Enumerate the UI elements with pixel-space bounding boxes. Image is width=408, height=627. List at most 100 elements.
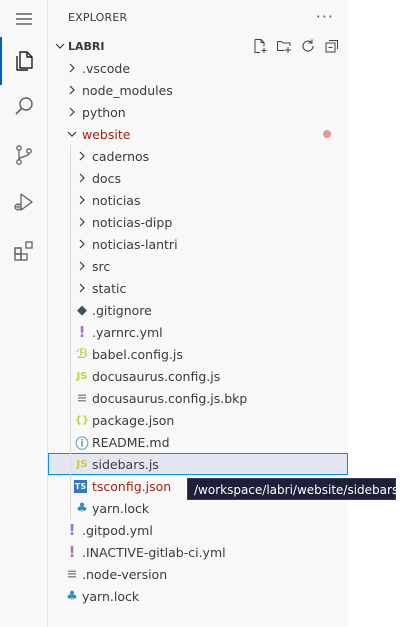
js-icon: JS [76,370,88,382]
tree-item-label: cadernos [92,149,150,164]
yaml-icon: ! [68,521,76,539]
ts-icon: TS [74,480,87,493]
new-file-icon[interactable] [250,37,270,55]
new-folder-icon[interactable] [274,37,294,55]
tree-item-label: yarn.lock [92,501,150,516]
tree-item-label: noticias [92,193,141,208]
tree-item-label: website [82,127,131,142]
explorer-header: EXPLORER ··· [48,0,348,35]
tree-item-label: static [92,281,127,296]
tree-item-label: noticias-lantri [92,237,178,252]
tree-folder[interactable]: noticias [48,189,348,211]
tree-item-label: src [92,259,111,274]
indent-guide [70,189,71,211]
tree-file[interactable]: JS docusaurus.config.js [48,365,348,387]
run-debug-icon[interactable] [0,178,48,226]
chevron-right-icon [79,239,85,249]
search-icon[interactable] [0,82,48,130]
yarn-icon: ♣ [66,588,78,604]
indent-guide [70,321,71,343]
text-icon: ≡ [66,566,78,582]
file-tree: .vscode node_modulespython website cadernos… [48,57,348,607]
indent-guide [70,409,71,431]
menu-icon[interactable] [0,0,48,38]
indent-guide [70,233,71,255]
indent-guide [70,211,71,233]
tree-file[interactable]: ℬbabel.config.js [48,343,348,365]
chevron-down-icon [67,131,77,137]
yaml-icon: ! [78,323,86,341]
tree-item-label: .yarnrc.yml [92,325,163,340]
editor-area [348,0,408,627]
modified-indicator [323,130,331,138]
files-icon[interactable] [0,37,48,85]
workspace-title: LABRI [68,40,105,53]
tree-item-label: babel.config.js [92,347,183,362]
tree-file[interactable]: ♣ yarn.lock [48,585,348,607]
tree-item-label: package.json [92,413,175,428]
text-icon: ≡ [76,390,88,406]
tree-item-label: python [82,105,126,120]
babel-icon: ℬ [75,346,89,362]
tree-file[interactable]: ⓘ README.md [48,431,348,453]
extensions-icon[interactable] [0,226,48,274]
indent-guide [70,167,71,189]
chevron-right-icon [69,63,75,73]
tree-folder[interactable]: noticias-lantri [48,233,348,255]
tree-file[interactable]: ≡ .node-version [48,563,348,585]
js-icon: JS [76,458,88,470]
collapse-all-icon[interactable] [322,37,342,55]
tree-file[interactable]: ! .gitpod.yml [48,519,348,541]
tree-folder[interactable]: docs [48,167,348,189]
source-control-icon[interactable] [0,131,48,179]
yarn-icon: ♣ [76,500,88,516]
tree-item-label: .gitpod.yml [82,523,153,538]
tree-folder[interactable]: src [48,255,348,277]
tree-folder[interactable]: .vscode [48,57,348,79]
chevron-right-icon [79,217,85,227]
chevron-right-icon [79,151,85,161]
tree-folder[interactable]: website [48,123,348,145]
indent-guide [70,387,71,409]
section-actions [250,37,342,55]
chevron-right-icon [79,261,85,271]
tree-item-label: .node-version [82,567,168,582]
tree-item-label: docusaurus.config.js.bkp [92,391,248,406]
chevron-right-icon [69,107,75,117]
tree-file[interactable]: ! .yarnrc.yml [48,321,348,343]
explorer-sidebar: EXPLORER ··· LABRI .vscode node_modulespy… [48,0,348,627]
tree-folder[interactable]: cadernos [48,145,348,167]
explorer-title: EXPLORER [68,11,128,24]
chevron-right-icon [69,85,75,95]
indent-guide [70,475,71,497]
chevron-right-icon [79,283,85,293]
tree-item-label: .vscode [82,61,131,76]
tree-folder[interactable]: python [48,101,348,123]
tree-folder[interactable]: node_modules [48,79,348,101]
tree-folder[interactable]: noticias-dipp [48,211,348,233]
tree-file[interactable]: ♣ yarn.lock [48,497,348,519]
more-actions-button[interactable]: ··· [316,7,334,26]
git-icon: ◆ [77,302,87,318]
tree-folder[interactable]: static [48,277,348,299]
indent-guide [70,255,71,277]
indent-guide [70,277,71,299]
tree-item-label: node_modules [82,83,173,98]
tree-file[interactable]: ◆ .gitignore [48,299,348,321]
refresh-icon[interactable] [298,37,318,55]
tree-item-label: .INACTIVE-gitlab-ci.yml [82,545,226,560]
tree-item-label: noticias-dipp [92,215,173,230]
indent-guide [70,299,71,321]
indent-guide [70,145,71,167]
workspace-section-header[interactable]: LABRI [48,35,348,57]
path-tooltip: /workspace/labri/website/sidebars.js [187,478,408,500]
tree-file[interactable]: ≡ docusaurus.config.js.bkp [48,387,348,409]
tree-file[interactable]: ! .INACTIVE-gitlab-ci.yml [48,541,348,563]
tree-item-label: yarn.lock [82,589,140,604]
activity-bar [0,0,48,627]
chevron-right-icon [79,173,85,183]
chevron-down-icon [55,43,65,49]
info-icon: ⓘ [75,436,89,452]
tree-file[interactable]: JS sidebars.js [48,453,348,475]
tree-file[interactable]: {} package.json [48,409,348,431]
